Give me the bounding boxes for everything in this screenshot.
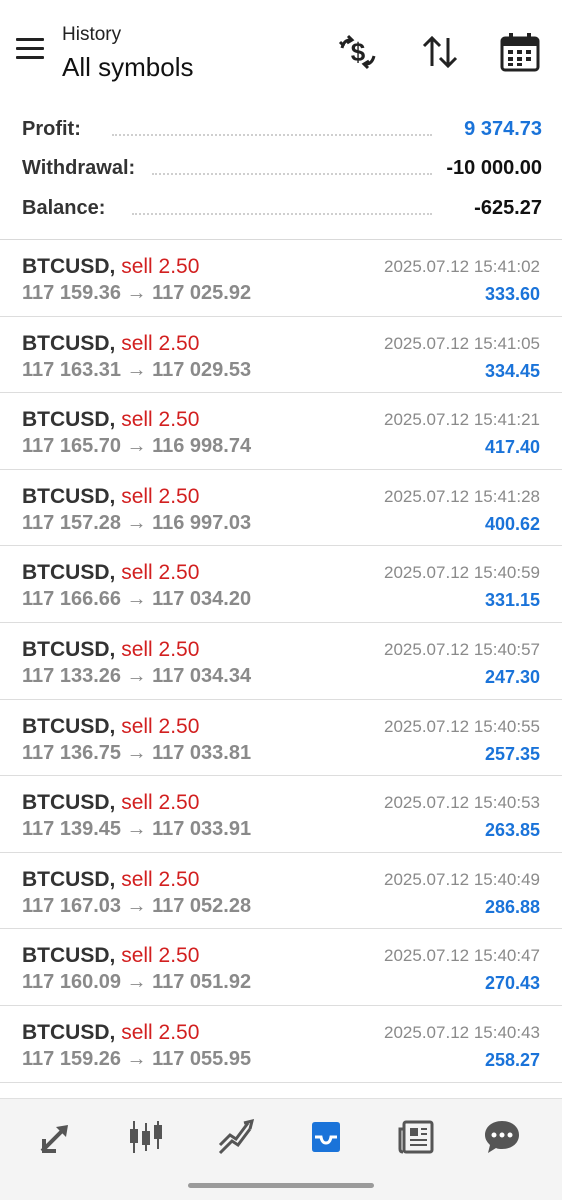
trade-time: 2025.07.12 15:40:43 bbox=[384, 1022, 540, 1042]
trade-prices: 117 157.28 → 116 997.03 bbox=[22, 511, 252, 534]
trade-time: 2025.07.12 15:41:21 bbox=[384, 410, 540, 430]
trade-row[interactable]: BTCUSD, sell 2.50 117 167.03 → 117 052.2… bbox=[0, 853, 562, 930]
header-subtitle: History bbox=[62, 24, 122, 45]
withdrawal-row: Withdrawal: -10 000.00 bbox=[22, 151, 542, 189]
trade-row[interactable]: BTCUSD, sell 2.50 117 159.36 → 117 025.9… bbox=[0, 240, 562, 317]
trade-profit: 270.43 bbox=[484, 973, 540, 994]
trade-profit: 400.62 bbox=[484, 513, 540, 534]
trade-profit: 258.27 bbox=[484, 1049, 540, 1070]
trade-symbol: BTCUSD, sell 2.50 bbox=[22, 484, 200, 508]
trade-profit: 331.15 bbox=[484, 590, 540, 611]
trade-time: 2025.07.12 15:40:59 bbox=[384, 563, 540, 583]
profit-row: Profit: 9 374.73 bbox=[22, 112, 542, 150]
history-icon[interactable] bbox=[298, 1113, 354, 1161]
trade-time: 2025.07.12 15:40:57 bbox=[384, 639, 540, 659]
trade-side: sell 2.50 bbox=[121, 484, 200, 508]
trade-prices: 117 166.66 → 117 034.20 bbox=[22, 588, 252, 611]
trade-side: sell 2.50 bbox=[121, 331, 200, 355]
profit-value: 9 374.73 bbox=[458, 118, 542, 141]
trade-prices: 117 159.26 → 117 055.95 bbox=[22, 1047, 252, 1070]
trade-prices: 117 136.75 → 117 033.81 bbox=[22, 741, 252, 764]
trade-side: sell 2.50 bbox=[121, 561, 200, 585]
trade-symbol: BTCUSD, sell 2.50 bbox=[22, 561, 200, 585]
trade-row[interactable]: BTCUSD, sell 2.50 117 157.28 → 116 997.0… bbox=[0, 470, 562, 547]
trade-profit: 263.85 bbox=[484, 820, 540, 841]
quotes-icon[interactable] bbox=[28, 1113, 84, 1161]
dotted-leader bbox=[152, 173, 432, 175]
home-indicator[interactable] bbox=[188, 1183, 374, 1188]
trade-row[interactable]: BTCUSD, sell 2.50 117 159.26 → 117 055.9… bbox=[0, 1006, 562, 1083]
trade-symbol: BTCUSD, sell 2.50 bbox=[22, 1020, 200, 1044]
trade-symbol: BTCUSD, sell 2.50 bbox=[22, 331, 200, 355]
trade-side: sell 2.50 bbox=[121, 637, 200, 661]
trade-side: sell 2.50 bbox=[121, 791, 200, 815]
trade-profit: 247.30 bbox=[484, 666, 540, 687]
svg-text:$: $ bbox=[351, 37, 366, 67]
trade-time: 2025.07.12 15:41:28 bbox=[384, 486, 540, 506]
balance-label: Balance: bbox=[22, 197, 112, 220]
trade-side: sell 2.50 bbox=[121, 255, 200, 278]
profit-label: Profit: bbox=[22, 118, 87, 141]
dollar-exchange-icon[interactable]: $ bbox=[336, 30, 380, 74]
sort-icon[interactable] bbox=[418, 30, 462, 74]
trade-symbol: BTCUSD, sell 2.50 bbox=[22, 867, 200, 891]
dotted-leader bbox=[112, 134, 432, 136]
trade-time: 2025.07.12 15:40:49 bbox=[384, 869, 540, 889]
trade-row[interactable]: BTCUSD, sell 2.50 117 136.75 → 117 033.8… bbox=[0, 700, 562, 777]
account-summary: Profit: 9 374.73 Withdrawal: -10 000.00 … bbox=[0, 108, 562, 238]
hamburger-menu-icon[interactable] bbox=[16, 38, 46, 62]
trade-symbol: BTCUSD, sell 2.50 bbox=[22, 255, 200, 278]
trade-prices: 117 165.70 → 116 998.74 bbox=[22, 435, 252, 458]
trade-side: sell 2.50 bbox=[121, 867, 200, 891]
bottom-navigation bbox=[0, 1098, 562, 1200]
trade-prices: 117 133.26 → 117 034.34 bbox=[22, 664, 252, 687]
trade-profit: 417.40 bbox=[484, 437, 540, 458]
trade-symbol: BTCUSD, sell 2.50 bbox=[22, 791, 200, 815]
chart-icon[interactable] bbox=[118, 1113, 174, 1161]
trade-icon[interactable] bbox=[208, 1113, 264, 1161]
trade-profit: 286.88 bbox=[484, 896, 540, 917]
header-title[interactable]: All symbols bbox=[62, 52, 193, 83]
dotted-leader bbox=[132, 213, 432, 215]
calendar-icon[interactable] bbox=[498, 30, 542, 74]
trade-prices: 117 163.31 → 117 029.53 bbox=[22, 358, 252, 381]
trade-side: sell 2.50 bbox=[121, 944, 200, 968]
trade-row[interactable]: BTCUSD, sell 2.50 117 133.26 → 117 034.3… bbox=[0, 623, 562, 700]
trade-symbol: BTCUSD, sell 2.50 bbox=[22, 944, 200, 968]
withdrawal-label: Withdrawal: bbox=[22, 157, 142, 180]
trade-row[interactable]: BTCUSD, sell 2.50 117 166.66 → 117 034.2… bbox=[0, 546, 562, 623]
trade-time: 2025.07.12 15:41:02 bbox=[384, 257, 540, 276]
trade-time: 2025.07.12 15:40:47 bbox=[384, 946, 540, 966]
trade-row[interactable]: BTCUSD, sell 2.50 117 165.70 → 116 998.7… bbox=[0, 393, 562, 470]
trade-profit: 334.45 bbox=[484, 360, 540, 381]
trade-list: BTCUSD, sell 2.50 117 159.36 → 117 025.9… bbox=[0, 240, 562, 1083]
balance-row: Balance: -625.27 bbox=[22, 191, 542, 229]
trade-prices: 117 160.09 → 117 051.92 bbox=[22, 971, 252, 994]
trade-time: 2025.07.12 15:40:55 bbox=[384, 716, 540, 736]
trade-side: sell 2.50 bbox=[121, 408, 200, 432]
trade-side: sell 2.50 bbox=[121, 714, 200, 738]
trade-row[interactable]: BTCUSD, sell 2.50 117 160.09 → 117 051.9… bbox=[0, 929, 562, 1006]
withdrawal-value: -10 000.00 bbox=[440, 157, 542, 180]
trade-prices: 117 139.45 → 117 033.91 bbox=[22, 818, 252, 841]
trade-time: 2025.07.12 15:40:53 bbox=[384, 793, 540, 813]
app-header: History All symbols $ bbox=[0, 0, 562, 100]
trade-row[interactable]: BTCUSD, sell 2.50 117 139.45 → 117 033.9… bbox=[0, 776, 562, 853]
trade-symbol: BTCUSD, sell 2.50 bbox=[22, 637, 200, 661]
news-icon[interactable] bbox=[388, 1113, 444, 1161]
trade-profit: 257.35 bbox=[484, 743, 540, 764]
trade-row[interactable]: BTCUSD, sell 2.50 117 163.31 → 117 029.5… bbox=[0, 317, 562, 394]
trade-profit: 333.60 bbox=[484, 284, 540, 304]
trade-prices: 117 159.36 → 117 025.92 bbox=[22, 282, 252, 304]
trade-symbol: BTCUSD, sell 2.50 bbox=[22, 408, 200, 432]
trade-prices: 117 167.03 → 117 052.28 bbox=[22, 894, 252, 917]
trade-time: 2025.07.12 15:41:05 bbox=[384, 333, 540, 353]
chat-icon[interactable] bbox=[474, 1113, 530, 1161]
trade-side: sell 2.50 bbox=[121, 1020, 200, 1044]
trade-symbol: BTCUSD, sell 2.50 bbox=[22, 714, 200, 738]
balance-value: -625.27 bbox=[468, 197, 542, 220]
